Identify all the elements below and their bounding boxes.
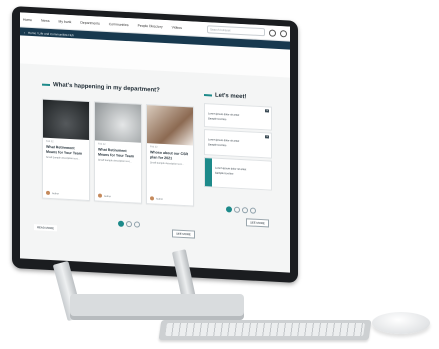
nav-item-communities[interactable]: Communities (109, 22, 129, 27)
nav-item-news[interactable]: News (41, 19, 49, 23)
hr-title-text: Our HR Corner (71, 262, 114, 271)
page-dot-3[interactable] (242, 207, 248, 214)
section-title-text: What's happening in my department? (53, 82, 160, 94)
event-item[interactable]: ▪▪ Lorem ipsum dolor sit amet Sample tex… (204, 103, 272, 131)
author-name: Author (156, 197, 164, 201)
events-title: Let's meet! (204, 92, 246, 100)
title-accent (204, 94, 212, 97)
nav-item-people-directory[interactable]: People Directory (138, 24, 163, 29)
author-name: Author (52, 191, 60, 195)
event-item[interactable]: ▪▪ Lorem ipsum dolor sit amet Sample tex… (204, 129, 272, 159)
screen: Home News My bank Departments Communitie… (20, 12, 290, 273)
card-author: Author (46, 190, 60, 196)
nav-item-departments[interactable]: Departments (80, 21, 99, 26)
news-card[interactable]: Feb 22 What Retirement Means for Your Te… (94, 101, 142, 204)
event-badge: ▪▪ (265, 109, 269, 113)
nav-item-videos[interactable]: Videos (172, 25, 182, 30)
page-dot-2[interactable] (126, 220, 132, 228)
page-dot-1[interactable] (226, 206, 232, 213)
event-date-accent (205, 158, 212, 187)
events-title-text: Let's meet! (215, 92, 247, 101)
title-accent (42, 83, 50, 86)
news-pagination (118, 220, 142, 228)
events-pagination (226, 206, 258, 214)
avatar (98, 193, 102, 198)
card-author: Author (150, 196, 163, 201)
news-card[interactable]: Feb 22 Whoso about our CSR plan for 2021… (146, 104, 194, 207)
back-arrow-icon[interactable]: ‹ (24, 30, 25, 34)
search-input[interactable]: Search Intranet (207, 25, 265, 37)
avatar (150, 196, 154, 201)
event-badge: ▪▪ (265, 135, 269, 139)
page-dot-1[interactable] (118, 220, 124, 227)
mouse (372, 312, 430, 334)
user-icon[interactable] (269, 28, 276, 37)
main-content: What's happening in my department? Feb 2… (20, 35, 290, 272)
monitor: Home News My bank Departments Communitie… (12, 6, 298, 283)
keyboard (158, 320, 372, 340)
nav-item-home[interactable]: Home (23, 18, 32, 22)
see-more-button[interactable]: SEE MORE (172, 229, 195, 239)
card-image (43, 99, 89, 141)
event-item[interactable]: Lorem ipsum dolor sit amet Sample text l… (204, 157, 272, 191)
events-see-more-button[interactable]: SEE MORE (246, 218, 269, 228)
page-dot-4[interactable] (250, 207, 256, 214)
menu-icon[interactable] (280, 29, 287, 37)
card-image (95, 102, 141, 143)
card-author: Author (98, 193, 112, 199)
card-image (147, 105, 193, 146)
keyboard-keys (165, 323, 365, 336)
section-title: What's happening in my department? (42, 82, 160, 94)
page-dot-2[interactable] (234, 206, 240, 213)
author-name: Author (104, 194, 112, 198)
page-dot-3[interactable] (134, 221, 140, 228)
read-more-link[interactable]: READ MORE (34, 224, 57, 232)
avatar (46, 190, 50, 195)
nav-item-my-bank[interactable]: My bank (59, 19, 72, 24)
news-card[interactable]: Feb 22 What Retirement Means for Your Te… (42, 98, 90, 202)
monitor-base (70, 294, 244, 320)
